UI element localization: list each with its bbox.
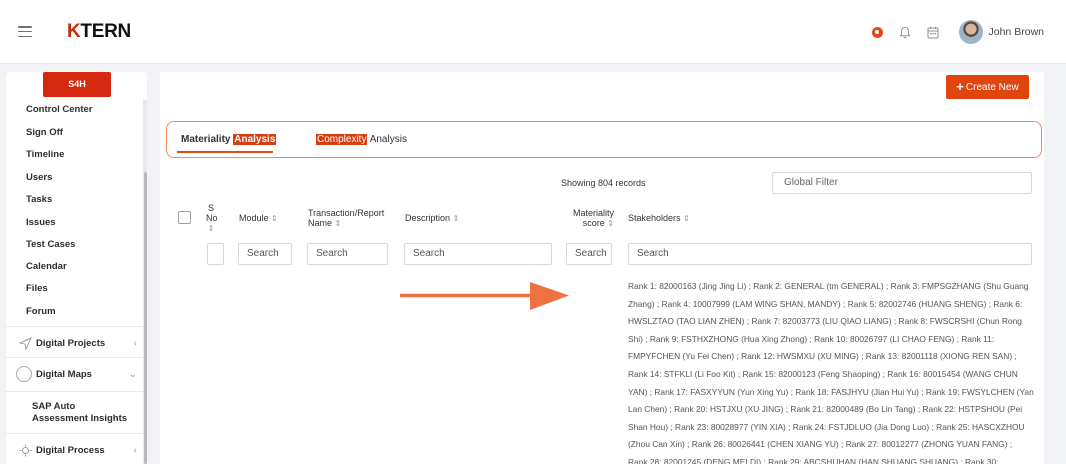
search-description[interactable]: Search [404, 243, 552, 265]
send-icon [19, 337, 32, 350]
search-stakeholders[interactable]: Search [628, 243, 1032, 265]
sort-icon: ⇕ [207, 224, 215, 233]
tab-label-part2: Analysis [369, 134, 407, 145]
search-module[interactable]: Search [238, 243, 292, 265]
plus-icon: + [956, 79, 964, 94]
column-header-materiality[interactable]: Materiality score ⇕ [566, 208, 614, 229]
sidebar-item-sign-off[interactable]: Sign Off [26, 127, 63, 138]
process-icon [19, 444, 32, 457]
sort-icon: ⇕ [683, 214, 690, 223]
calendar-icon[interactable] [927, 26, 939, 39]
materiality-line2: score [582, 218, 605, 228]
sort-icon: ⇕ [607, 219, 614, 228]
group-label: Digital Maps [36, 369, 92, 380]
chevron-left-icon: ‹ [133, 338, 137, 349]
main-panel: + Create New Materiality Analysis Complex… [160, 72, 1044, 464]
materiality-line1: Materiality [572, 208, 614, 218]
logo[interactable]: KTERN [67, 21, 131, 43]
sidebar-item-users[interactable]: Users [26, 172, 52, 183]
logo-text: TERN [80, 21, 131, 42]
tab-label-part1: Materiality [181, 134, 231, 145]
description-label: Description [405, 213, 451, 223]
sidebar-item-test-cases[interactable]: Test Cases [26, 239, 75, 250]
create-new-label: Create New [965, 82, 1019, 93]
sort-icon: ⇕ [334, 219, 342, 228]
logo-k: K [67, 21, 81, 42]
record-icon[interactable] [871, 26, 883, 38]
bell-icon[interactable] [899, 26, 911, 39]
sidebar-item-control-center[interactable]: Control Center [26, 104, 93, 115]
stakeholders-label: Stakeholders [628, 213, 681, 223]
sidebar-item-forum[interactable]: Forum [26, 306, 56, 317]
sidebar-item-tasks[interactable]: Tasks [26, 194, 52, 205]
sidebar-group-digital-projects[interactable]: Digital Projects ‹ [6, 326, 147, 360]
search-sno[interactable] [207, 243, 224, 265]
sno-line1: S [207, 203, 214, 213]
column-header-sno[interactable]: S No ⇕ [206, 203, 218, 234]
active-tab-underline [177, 151, 273, 153]
sidebar-group-digital-maps[interactable]: Digital Maps ⌄ [6, 357, 147, 391]
create-new-button[interactable]: + Create New [946, 75, 1029, 99]
group-label: Digital Projects [36, 338, 106, 349]
group-label: Digital Process [36, 445, 105, 456]
sort-icon: ⇕ [271, 214, 278, 223]
s4h-badge[interactable]: S4H [43, 72, 111, 97]
transaction-line2: Name [308, 218, 333, 228]
transaction-line1: Transaction/Report [308, 208, 385, 218]
group-label: SAP Auto Assessment Insights [32, 401, 128, 424]
sidebar-item-timeline[interactable]: Timeline [26, 149, 64, 160]
sort-icon: ⇕ [452, 214, 460, 223]
top-bar: KTERN John Brown [0, 0, 1066, 64]
search-materiality[interactable]: Search [566, 243, 612, 265]
module-label: Module [239, 213, 269, 223]
map-icon [16, 366, 32, 382]
stakeholders-cell: Rank 1: 82000163 (Jing Jing Li) ; Rank 2… [628, 281, 1034, 464]
tab-materiality-analysis[interactable]: Materiality Analysis [181, 134, 277, 145]
sidebar-item-files[interactable]: Files [26, 283, 48, 294]
analysis-tabs: Materiality Analysis Complexity Analysis [166, 121, 1042, 158]
header-actions: John Brown [871, 16, 1044, 48]
global-filter-input[interactable]: Global Filter [772, 172, 1032, 194]
select-all-checkbox[interactable] [178, 211, 191, 224]
chevron-left-icon: ‹ [133, 445, 137, 456]
records-count: Showing 804 records [561, 178, 646, 188]
tab-complexity-analysis[interactable]: Complexity Analysis [316, 134, 407, 145]
chevron-down-icon: ⌄ [128, 369, 137, 380]
column-header-description[interactable]: Description ⇕ [405, 213, 459, 224]
sno-line2: No [206, 213, 218, 223]
avatar[interactable] [958, 20, 983, 44]
sidebar-group-digital-process[interactable]: Digital Process ‹ [6, 433, 147, 464]
sidebar-scrollbar-thumb[interactable] [144, 172, 147, 464]
search-transaction[interactable]: Search [307, 243, 388, 265]
annotation-arrow-icon [400, 282, 569, 310]
sidebar-item-calendar[interactable]: Calendar [26, 261, 67, 272]
tab-label-part1: Complexity [316, 134, 368, 145]
hamburger-icon[interactable] [18, 26, 32, 38]
sidebar-group-sap-auto-assessment[interactable]: SAP Auto Assessment Insights [6, 391, 147, 433]
column-header-module[interactable]: Module ⇕ [239, 213, 278, 224]
column-header-transaction[interactable]: Transaction/Report Name ⇕ [308, 208, 384, 229]
sidebar-item-issues[interactable]: Issues [26, 217, 56, 228]
user-name[interactable]: John Brown [989, 26, 1044, 38]
tab-label-part2: Analysis [233, 134, 277, 145]
column-header-stakeholders[interactable]: Stakeholders ⇕ [628, 213, 690, 224]
